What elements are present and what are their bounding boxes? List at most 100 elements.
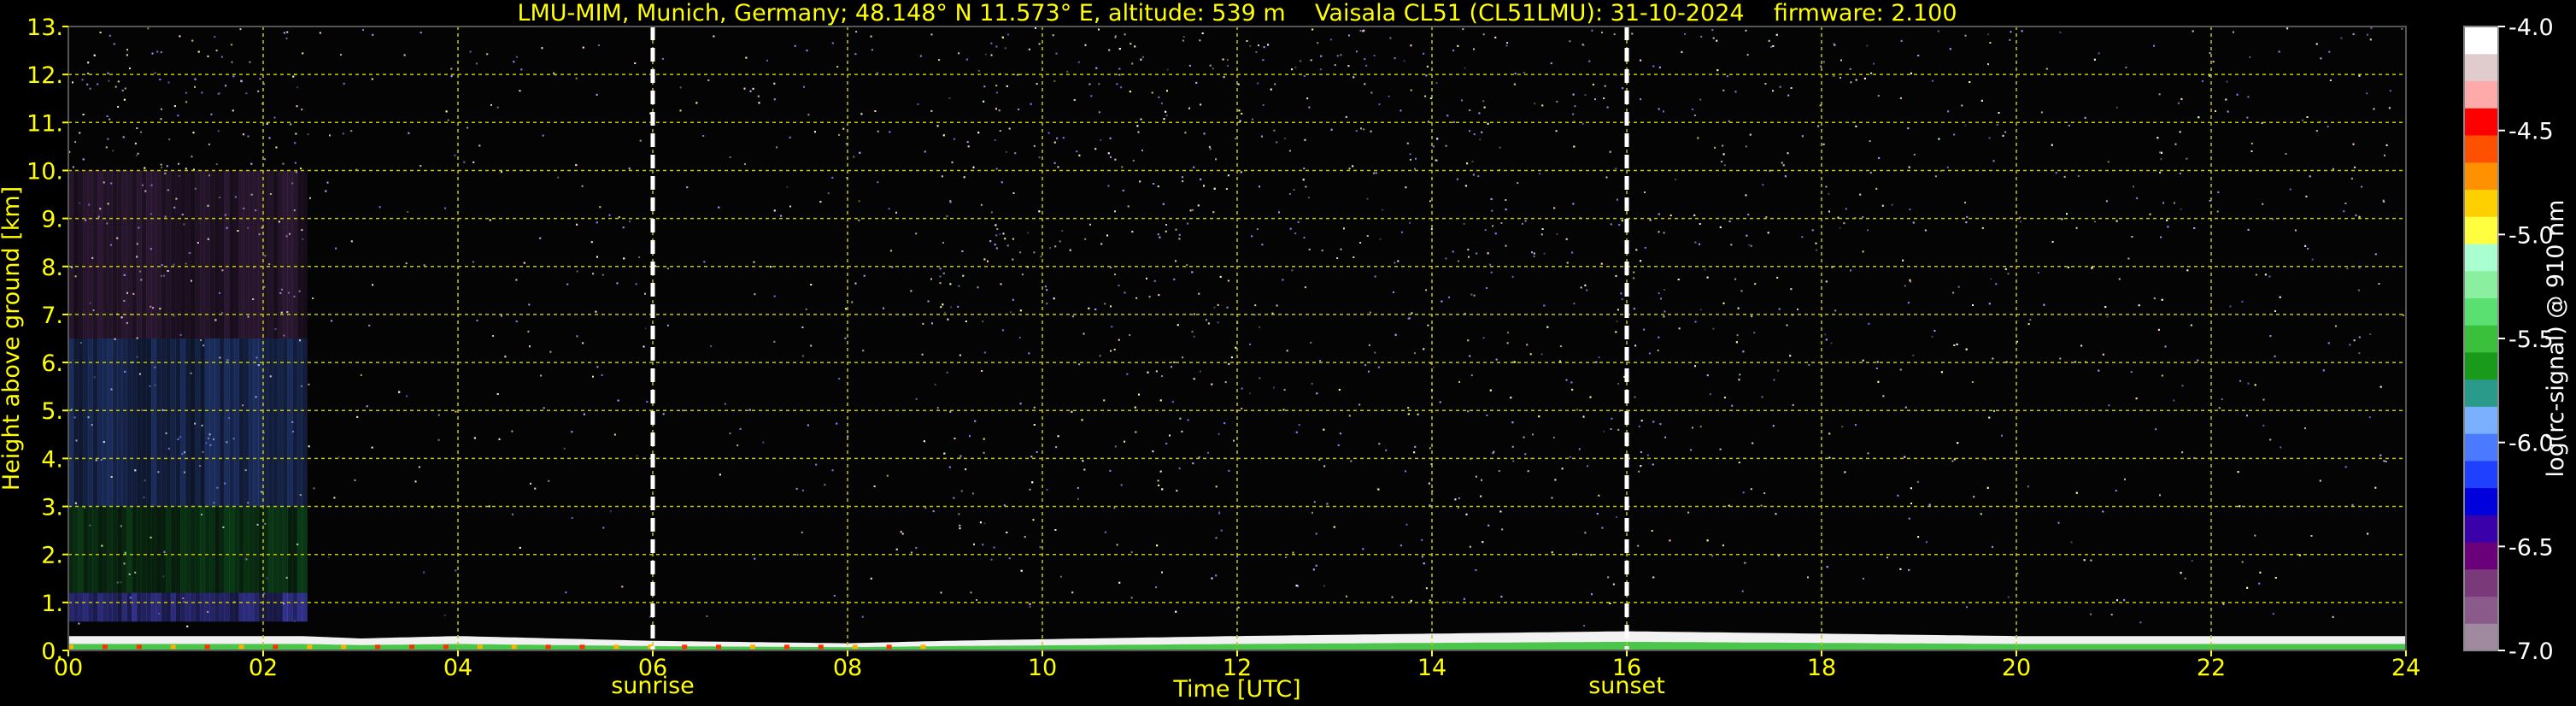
- signal-speck: [1514, 73, 1517, 75]
- signal-column: [132, 170, 138, 338]
- signal-speck: [486, 53, 489, 56]
- signal-speck: [2164, 345, 2167, 348]
- signal-speck: [1552, 436, 1555, 438]
- signal-speck: [185, 168, 187, 170]
- signal-speck: [1742, 491, 1745, 494]
- signal-speck: [575, 77, 578, 79]
- signal-speck: [504, 356, 507, 358]
- signal-speck: [1992, 160, 1995, 162]
- signal-speck: [250, 162, 253, 165]
- signal-speck: [2358, 352, 2361, 355]
- signal-speck: [553, 72, 555, 74]
- signal-speck: [1399, 544, 1402, 547]
- signal-speck: [596, 366, 599, 368]
- signal-speck: [963, 176, 965, 179]
- signal-speck: [445, 110, 448, 113]
- signal-speck: [2315, 130, 2318, 132]
- signal-speck: [1773, 379, 1775, 381]
- signal-speck: [1907, 127, 1910, 130]
- signal-speck: [1699, 98, 1702, 101]
- signal-speck: [1228, 469, 1230, 472]
- signal-speck: [2241, 300, 2244, 303]
- signal-speck: [1038, 43, 1041, 45]
- signal-speck: [1565, 379, 1568, 381]
- signal-speck: [1036, 450, 1038, 453]
- signal-speck: [1640, 260, 1642, 262]
- signal-speck: [1107, 185, 1110, 187]
- signal-speck: [1937, 30, 1939, 32]
- signal-speck: [814, 131, 816, 133]
- signal-speck: [342, 132, 344, 135]
- signal-speck: [596, 221, 598, 224]
- signal-speck: [789, 205, 791, 208]
- signal-speck: [159, 79, 161, 80]
- signal-column: [121, 592, 127, 622]
- signal-speck: [1446, 601, 1449, 603]
- signal-speck: [1055, 446, 1058, 449]
- signal-speck: [1155, 370, 1158, 373]
- signal-speck: [1078, 363, 1081, 366]
- signal-speck: [2102, 353, 2104, 356]
- signal-speck: [296, 105, 298, 108]
- signal-speck: [1261, 244, 1264, 246]
- signal-speck: [1343, 227, 1345, 230]
- signal-speck: [72, 81, 73, 84]
- signal-speck: [895, 548, 898, 550]
- signal-speck: [2153, 297, 2156, 300]
- signal-speck: [1687, 511, 1690, 514]
- signal-speck: [1225, 188, 1228, 190]
- signal-speck: [2215, 110, 2216, 112]
- signal-speck: [1132, 159, 1135, 162]
- signal-speck: [1188, 107, 1190, 109]
- signal-speck: [1706, 276, 1709, 279]
- signal-speck: [1136, 125, 1139, 127]
- signal-speck: [618, 216, 620, 219]
- signal-speck: [1111, 326, 1113, 328]
- signal-speck: [1840, 77, 1841, 79]
- signal-speck: [729, 156, 731, 158]
- signal-column: [102, 592, 109, 622]
- signal-speck: [969, 435, 971, 438]
- signal-speck: [1270, 88, 1272, 91]
- signal-column: [92, 170, 98, 338]
- signal-speck: [1699, 223, 1701, 225]
- signal-speck: [1900, 39, 1903, 42]
- signal-speck: [1312, 568, 1315, 571]
- signal-speck: [713, 35, 715, 38]
- signal-speck: [1716, 69, 1719, 72]
- signal-speck: [901, 532, 904, 535]
- signal-speck: [1311, 382, 1313, 385]
- signal-column: [78, 506, 84, 593]
- signal-speck: [1694, 365, 1696, 368]
- signal-speck: [1972, 304, 1974, 306]
- signal-speck: [301, 109, 303, 111]
- signal-speck: [1473, 294, 1476, 297]
- signal-speck: [1114, 445, 1117, 448]
- signal-speck: [496, 106, 499, 109]
- signal-speck: [1215, 574, 1218, 577]
- signal-speck: [1226, 306, 1229, 309]
- signal-speck: [1038, 156, 1041, 159]
- signal-speck: [2075, 491, 2078, 494]
- signal-speck: [217, 130, 220, 132]
- signal-speck: [443, 614, 446, 616]
- signal-speck: [1863, 578, 1864, 580]
- signal-speck: [2115, 220, 2118, 222]
- signal-speck: [398, 391, 401, 393]
- signal-speck: [1161, 571, 1163, 574]
- signal-speck: [1109, 469, 1112, 472]
- signal-speck: [1046, 489, 1048, 491]
- signal-speck: [1543, 304, 1546, 307]
- signal-speck: [362, 29, 364, 31]
- signal-speck: [1124, 33, 1126, 36]
- signal-speck: [1511, 445, 1514, 448]
- signal-speck: [565, 591, 567, 594]
- signal-speck: [1971, 381, 1974, 383]
- signal-speck: [168, 138, 171, 141]
- signal-speck: [942, 303, 944, 306]
- signal-speck: [1917, 55, 1920, 56]
- signal-speck: [1750, 244, 1752, 247]
- signal-speck: [1753, 332, 1756, 334]
- signal-speck: [496, 393, 499, 395]
- signal-speck: [1635, 249, 1638, 251]
